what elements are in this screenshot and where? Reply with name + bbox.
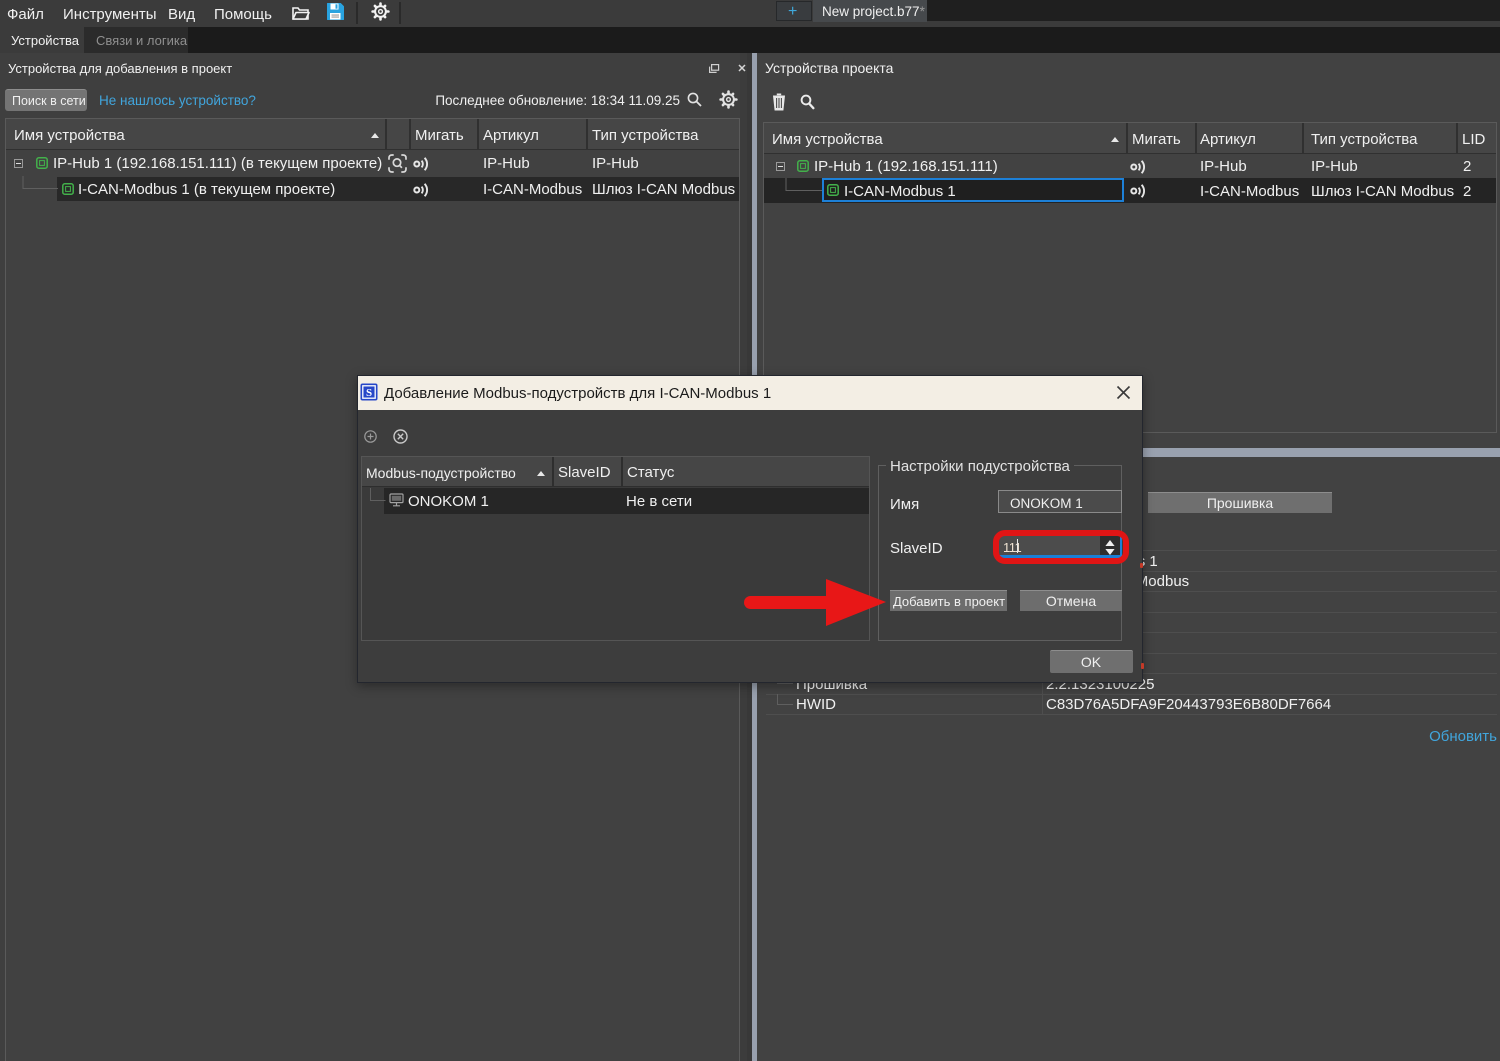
- svg-text:S: S: [366, 387, 372, 399]
